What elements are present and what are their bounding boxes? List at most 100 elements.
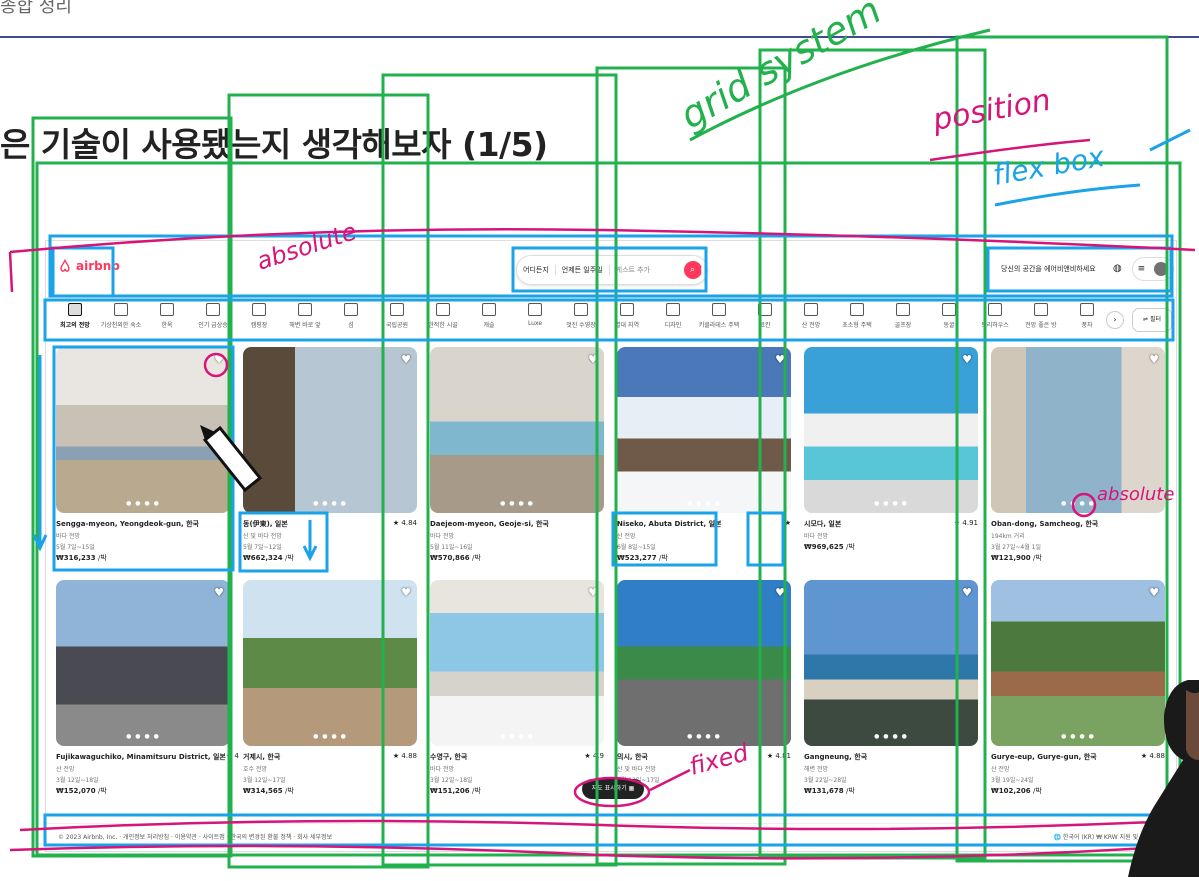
category-item[interactable]: 한적한 시골 xyxy=(418,303,468,329)
category-item[interactable]: 해변 바로 앞 xyxy=(280,303,330,329)
heart-icon[interactable]: ♥ xyxy=(775,353,785,366)
price-unit: /박 xyxy=(846,787,855,795)
heart-icon[interactable]: ♥ xyxy=(962,586,972,599)
category-item[interactable]: 캐슬 xyxy=(464,303,514,329)
listing-photo[interactable]: ♥ ● ● ● ● xyxy=(243,580,417,746)
listing-photo[interactable]: ♥ ● ● ● ● xyxy=(56,347,230,513)
price-unit: /박 xyxy=(285,554,294,562)
search-bar[interactable]: 어디든지 언제든 일주일 게스트 추가 ⌕ xyxy=(516,255,708,285)
grid-arrow-line xyxy=(689,28,991,142)
globe-icon[interactable]: ◍ xyxy=(1113,263,1122,274)
listing-card[interactable]: ♥ ● ● ● ● Sengga-myeon, Yeongdeok-gun, 한국 바… xyxy=(56,347,230,563)
category-label: 기상천외한 숙소 xyxy=(100,322,142,329)
category-label: 국립공원 xyxy=(385,322,409,329)
listing-photo[interactable]: ♥ ● ● ● ● xyxy=(430,580,604,746)
search-button[interactable]: ⌕ xyxy=(684,261,703,279)
heart-icon[interactable]: ♥ xyxy=(588,586,598,599)
listing-rating: ★ 4.81 xyxy=(766,752,791,760)
avatar-icon xyxy=(1154,262,1169,276)
heart-icon[interactable]: ♥ xyxy=(1149,353,1159,366)
category-icon xyxy=(252,303,266,316)
category-item[interactable]: 동굴 xyxy=(924,303,974,329)
listing-card[interactable]: ♥ ● ● ● ● 거제시, 한국 ★ 4.88 호수 전망 3월 12일~17일 ₩314… xyxy=(243,580,417,796)
category-icon xyxy=(436,303,450,316)
search-guests[interactable]: 게스트 추가 xyxy=(610,265,684,275)
search-where[interactable]: 어디든지 xyxy=(517,265,556,275)
listing-card[interactable]: ♥ ● ● ● ● Gangneung, 한국 해변 전망 3월 22일~28일 ₩131… xyxy=(804,580,978,796)
listing-price: ₩102,206 xyxy=(991,787,1031,795)
category-icon xyxy=(114,303,128,316)
listing-photo[interactable]: ♥ ● ● ● ● xyxy=(991,347,1165,513)
listing-price: ₩662,324 xyxy=(243,554,283,562)
heart-icon[interactable]: ♥ xyxy=(214,586,224,599)
category-item[interactable]: 트리하우스 xyxy=(970,303,1020,329)
listing-card[interactable]: ♥ ● ● ● ● 시모다, 일본 ★ 4.91 바다 전망 ₩969,625 /박 xyxy=(804,347,978,552)
category-item[interactable]: 한옥 xyxy=(142,303,192,329)
show-map-button[interactable]: 지도 표시하기 ▦ xyxy=(582,779,644,799)
category-item[interactable]: 국립공원 xyxy=(372,303,422,329)
category-item[interactable]: 키클라데스 주택 xyxy=(694,303,744,329)
category-item[interactable]: 최고의 전망 xyxy=(50,303,100,329)
listing-description: 산 전망 xyxy=(617,533,636,540)
heart-icon[interactable]: ♥ xyxy=(401,586,411,599)
category-item[interactable]: 멋진 수영장 xyxy=(556,303,606,329)
listing-card[interactable]: ♥ ● ● ● ● Fujikawaguchiko, Minamitsuru Dis… xyxy=(56,580,239,796)
listing-card[interactable]: ♥ ● ● ● ● 동(伊東), 일본 ★ 4.84 산 및 바다 전망 5월 7일~12… xyxy=(243,347,417,563)
category-item[interactable]: 인기 급상승 xyxy=(188,303,238,329)
category-label: 섬 xyxy=(348,322,354,329)
heart-icon[interactable]: ♥ xyxy=(962,353,972,366)
listing-location: Oban-dong, Samcheog, 한국 xyxy=(991,520,1099,528)
heart-icon[interactable]: ♥ xyxy=(775,586,785,599)
listing-photo[interactable]: ♥ ● ● ● ● xyxy=(804,347,978,513)
heart-icon[interactable]: ♥ xyxy=(1149,586,1159,599)
listing-photo[interactable]: ♥ ● ● ● ● xyxy=(617,580,791,746)
listing-location: 수영구, 한국 xyxy=(430,753,468,761)
price-unit: /박 xyxy=(472,787,481,795)
search-week[interactable]: 언제든 일주일 xyxy=(556,265,610,275)
category-item[interactable]: 섬 xyxy=(326,303,376,329)
listing-description: 바다 전망 xyxy=(430,766,454,773)
user-menu[interactable]: ≡ xyxy=(1132,257,1174,281)
carousel-dots: ● ● ● ● xyxy=(126,733,160,740)
category-item[interactable]: 료칸 xyxy=(740,303,790,329)
category-icon xyxy=(344,303,358,316)
category-item[interactable]: 열대 지역 xyxy=(602,303,652,329)
listing-photo[interactable]: ♥ ● ● ● ● xyxy=(243,347,417,513)
category-item[interactable]: 산 전망 xyxy=(786,303,836,329)
slide-heading: 은 기술이 사용됐는지 생각해보자 (1/5) xyxy=(0,125,548,164)
category-item[interactable]: 기상천외한 숙소 xyxy=(96,303,146,329)
category-item[interactable]: 캠핑장 xyxy=(234,303,284,329)
listing-card[interactable]: ♥ ● ● ● ● Niseko, Abuta District, 일본 ★ 산 전망 6… xyxy=(617,347,791,563)
category-icon xyxy=(574,303,588,316)
listing-photo[interactable]: ♥ ● ● ● ● xyxy=(617,347,791,513)
listing-card[interactable]: ♥ ● ● ● ● Oban-dong, Samcheog, 한국 194km 거리 3… xyxy=(991,347,1165,563)
heart-icon[interactable]: ♥ xyxy=(401,353,411,366)
category-item[interactable]: 디자인 xyxy=(648,303,698,329)
filter-button[interactable]: ⇌ 필터 xyxy=(1132,308,1172,332)
heart-icon[interactable]: ♥ xyxy=(588,353,598,366)
price-unit: /박 xyxy=(846,543,855,551)
category-icon xyxy=(896,303,910,316)
category-label: 트리하우스 xyxy=(981,322,1009,329)
listing-card[interactable]: ♥ ● ● ● ● 의시, 한국 ★ 4.81 산 및 바다 전망 3월 12일~17일 xyxy=(617,580,791,786)
category-item[interactable]: Luxe xyxy=(510,303,560,327)
listing-location: 의시, 한국 xyxy=(617,753,648,761)
airbnb-logo[interactable]: airbnb xyxy=(58,259,120,273)
menu-icon: ≡ xyxy=(1137,264,1146,274)
listing-photo[interactable]: ♥ ● ● ● ● xyxy=(430,347,604,513)
category-item[interactable]: 풍차 xyxy=(1062,303,1112,329)
footer-links[interactable]: © 2023 Airbnb, Inc. · 개인정보 처리방침 · 이용약관 ·… xyxy=(58,832,332,841)
listing-description: 194km 거리 xyxy=(991,533,1025,540)
host-link[interactable]: 당신의 공간을 에어비앤비하세요 xyxy=(1001,264,1096,274)
category-item[interactable]: 골프장 xyxy=(878,303,928,329)
listing-photo[interactable]: ♥ ● ● ● ● xyxy=(804,580,978,746)
price-unit: /박 xyxy=(472,554,481,562)
heart-icon[interactable]: ♥ xyxy=(214,353,224,366)
category-icon xyxy=(850,303,864,316)
category-item[interactable]: 전망 좋은 방 xyxy=(1016,303,1066,329)
filter-label: 필터 xyxy=(1149,316,1161,323)
listing-photo[interactable]: ♥ ● ● ● ● xyxy=(56,580,230,746)
category-item[interactable]: 초소형 주택 xyxy=(832,303,882,329)
listing-card[interactable]: ♥ ● ● ● ● Daejeom-myeon, Geoje-si, 한국 바다 전망… xyxy=(430,347,604,563)
listing-card[interactable]: ♥ ● ● ● ● 수영구, 한국 ★ 4.9 바다 전망 3월 12일~18일 ₩151,… xyxy=(430,580,604,796)
